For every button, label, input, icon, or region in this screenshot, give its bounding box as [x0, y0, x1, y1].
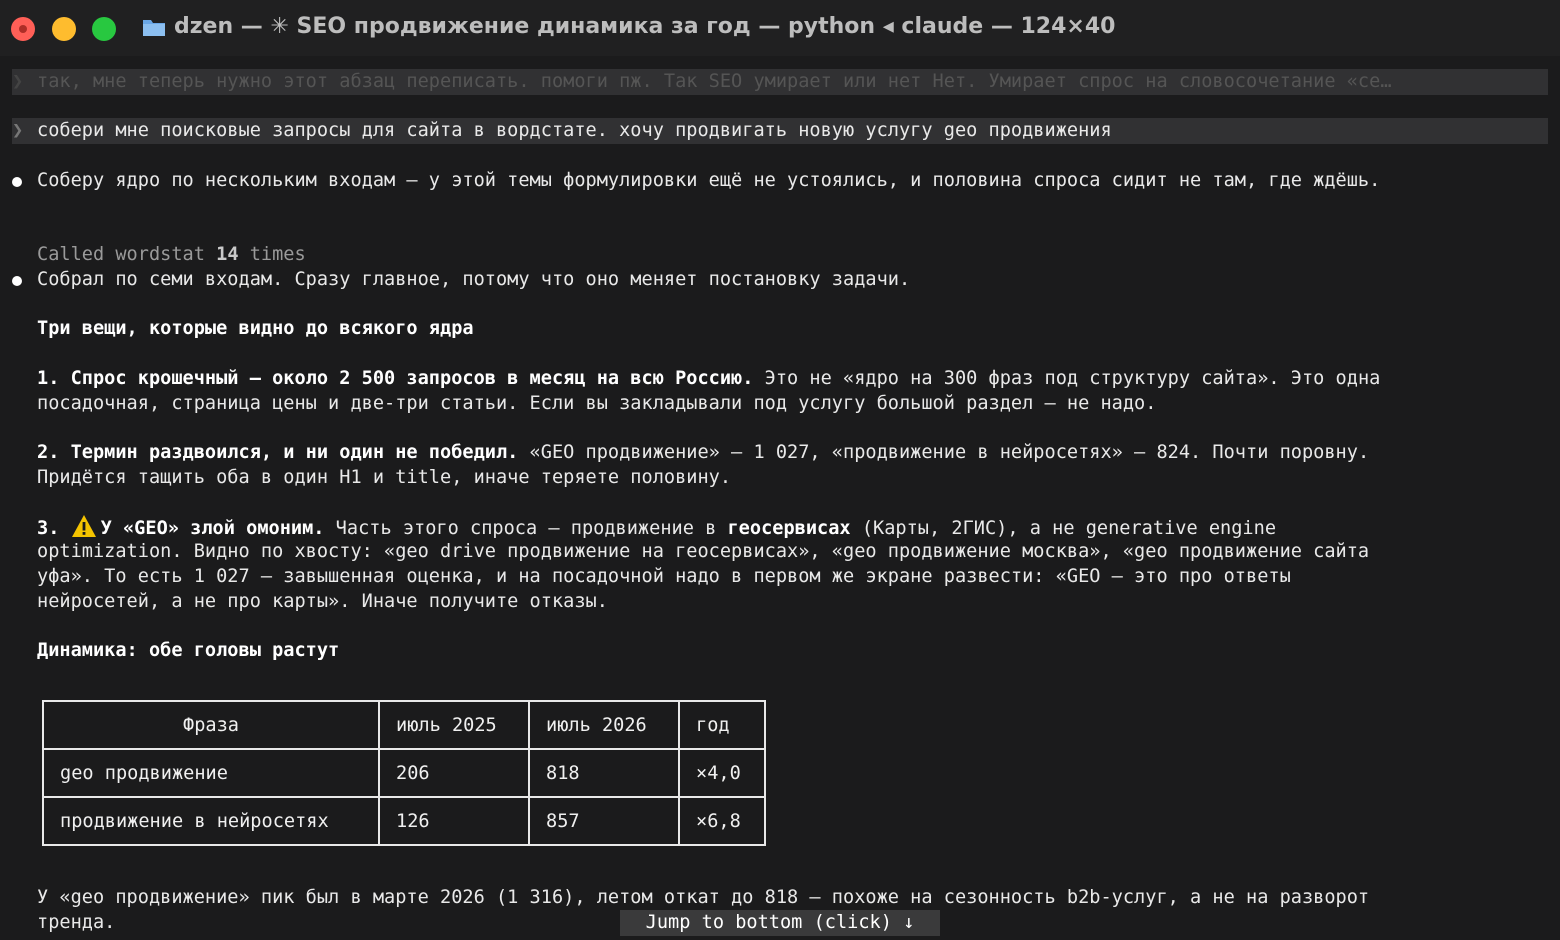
- point-3-bold-term: геосервисах: [727, 518, 851, 539]
- jump-to-bottom-button[interactable]: Jump to bottom (click) ↓: [620, 910, 940, 936]
- point-3-title: У «GEO» злой омоним.: [100, 518, 325, 539]
- prompt-chevron-icon: ❯: [12, 120, 24, 141]
- table-cell: 818: [528, 748, 680, 798]
- tool-call-count: 14: [216, 244, 239, 265]
- history-prompt[interactable]: ❯ так, мне теперь нужно этот абзац переп…: [12, 69, 1548, 95]
- point-3-text-a: Часть этого спроса — продвижение в: [324, 518, 728, 539]
- tool-call-summary[interactable]: Called wordstat 14 times: [0, 217, 1560, 267]
- point-3-line-4: нейросетей, а не про карты». Иначе получ…: [37, 591, 608, 612]
- point-1-title: 1. Спрос крошечный — около 2 500 запросо…: [37, 368, 754, 389]
- table-header: год: [678, 700, 766, 750]
- bullet-icon: [12, 177, 22, 187]
- point-3-line-1: 3. У «GEO» злой омоним. Часть этого спро…: [37, 514, 1560, 541]
- zoom-button[interactable]: [92, 17, 116, 41]
- table-cell: продвижение в нейросетях: [42, 796, 380, 846]
- table-header: Фраза: [42, 700, 380, 750]
- section-heading: Три вещи, которые видно до всякого ядра: [37, 318, 474, 339]
- section-heading: Динамика: обе головы растут: [37, 640, 340, 661]
- point-3-line-2: optimization. Видно по хвосту: «geo driv…: [37, 541, 1370, 562]
- bullet-icon: [12, 276, 22, 286]
- prompt-chevron-icon: ❯: [12, 71, 24, 92]
- point-2-text: «GEO продвижение» — 1 027, «продвижение …: [518, 442, 1370, 463]
- table-cell: ×6,8: [678, 796, 766, 846]
- point-1-line-2: посадочная, страница цены и две-три стат…: [37, 393, 1157, 414]
- message-text: Собрал по семи входам. Сразу главное, по…: [37, 269, 911, 290]
- point-3-line-3: уфа». То есть 1 027 — завышенная оценка,…: [37, 566, 1291, 587]
- user-prompt[interactable]: ❯ собери мне поисковые запросы для сайта…: [12, 118, 1548, 144]
- table-cell: 126: [378, 796, 530, 846]
- tool-call-prefix: Called wordstat: [37, 244, 217, 265]
- table-cell: 206: [378, 748, 530, 798]
- point-3-number: 3.: [37, 518, 71, 539]
- user-prompt-text: собери мне поисковые запросы для сайта в…: [37, 120, 1112, 141]
- title-bar: dzen — ✳ SEO продвижение динамика за год…: [0, 0, 1560, 56]
- point-1-text: Это не «ядро на 300 фраз под структуру с…: [753, 368, 1381, 389]
- window-title: dzen — ✳ SEO продвижение динамика за год…: [174, 14, 1116, 39]
- tool-call-suffix: times: [238, 244, 306, 265]
- warning-icon: [71, 514, 97, 538]
- dynamics-table: Фраза июль 2025 июль 2026 год geo продви…: [42, 700, 766, 846]
- footer-line-1: У «geo продвижение» пик был в марте 2026…: [37, 887, 1370, 908]
- point-2-line-1: 2. Термин раздвоился, и ни один не побед…: [37, 440, 1560, 465]
- table-header-row: Фраза июль 2025 июль 2026 год: [42, 700, 766, 750]
- minimize-button[interactable]: [52, 17, 76, 41]
- point-3-text-b: (Карты, 2ГИС), а не generative engine: [850, 518, 1277, 539]
- point-1-line-1: 1. Спрос крошечный — около 2 500 запросо…: [37, 366, 1560, 391]
- table-cell: 857: [528, 796, 680, 846]
- point-2-line-2: Придётся тащить оба в один H1 и title, и…: [37, 467, 732, 488]
- table-cell: ×4,0: [678, 748, 766, 798]
- table-cell: geo продвижение: [42, 748, 380, 798]
- message-text: Соберу ядро по нескольким входам — у это…: [37, 170, 1381, 191]
- point-2-title: 2. Термин раздвоился, и ни один не побед…: [37, 442, 519, 463]
- history-prompt-text: так, мне теперь нужно этот абзац перепис…: [37, 71, 1392, 92]
- table-header: июль 2025: [378, 700, 530, 750]
- table-row: продвижение в нейросетях 126 857 ×6,8: [42, 796, 766, 846]
- table-header: июль 2026: [528, 700, 680, 750]
- close-button[interactable]: [11, 17, 35, 41]
- table-row: geo продвижение 206 818 ×4,0: [42, 748, 766, 798]
- folder-icon: [143, 20, 165, 36]
